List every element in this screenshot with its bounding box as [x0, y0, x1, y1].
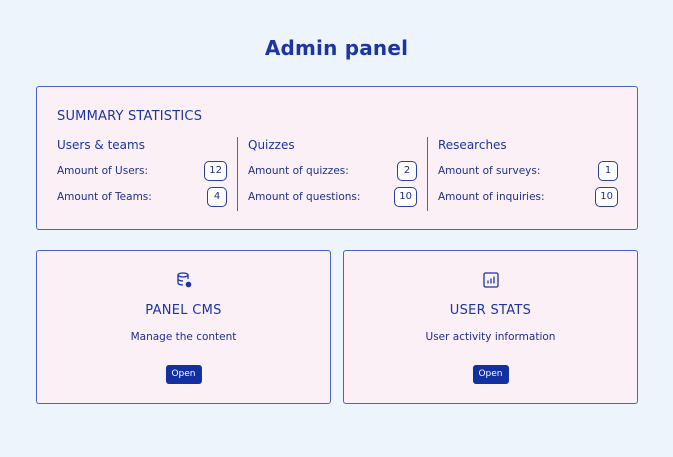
- stat-label: Amount of Teams:: [57, 191, 152, 203]
- bar-chart-icon: [482, 272, 499, 288]
- card-description: Manage the content: [130, 331, 237, 343]
- group-title: Researches: [438, 138, 507, 152]
- stat-label: Amount of surveys:: [438, 165, 541, 177]
- card-title: USER STATS: [449, 303, 532, 318]
- summary-heading: SUMMARY STATISTICS: [57, 109, 203, 124]
- stat-value: 4: [207, 187, 227, 207]
- page-title: Admin panel: [264, 36, 409, 60]
- group-title: Users & teams: [57, 138, 145, 152]
- stat-row-users: Amount of Users: 12: [57, 161, 227, 181]
- stat-row-inquiries: Amount of inquiries: 10: [438, 187, 618, 207]
- stat-label: Amount of quizzes:: [248, 165, 349, 177]
- stat-label: Amount of Users:: [57, 165, 148, 177]
- stat-row-surveys: Amount of surveys: 1: [438, 161, 618, 181]
- stat-row-questions: Amount of questions: 10: [248, 187, 417, 207]
- user-stats-card: USER STATS User activity information Ope…: [343, 250, 638, 404]
- card-description: User activity information: [425, 331, 556, 343]
- stat-group-quizzes: Quizzes Amount of quizzes: 2 Amount of q…: [237, 137, 417, 211]
- stat-value: 10: [595, 187, 618, 207]
- card-title: PANEL CMS: [145, 303, 222, 318]
- stat-value: 10: [394, 187, 417, 207]
- stat-value: 2: [397, 161, 417, 181]
- stat-group-users-teams: Users & teams Amount of Users: 12 Amount…: [57, 137, 227, 211]
- stat-row-teams: Amount of Teams: 4: [57, 187, 227, 207]
- database-settings-icon: [176, 272, 191, 288]
- stat-value: 12: [204, 161, 227, 181]
- panel-cms-card: PANEL CMS Manage the content Open: [36, 250, 331, 404]
- summary-statistics-card: SUMMARY STATISTICS Users & teams Amount …: [36, 86, 638, 230]
- stat-row-quizzes: Amount of quizzes: 2: [248, 161, 417, 181]
- stat-label: Amount of questions:: [248, 191, 361, 203]
- stat-group-researches: Researches Amount of surveys: 1 Amount o…: [427, 137, 618, 211]
- group-title: Quizzes: [248, 138, 295, 152]
- stat-label: Amount of inquiries:: [438, 191, 545, 203]
- open-user-stats-button[interactable]: Open: [472, 365, 509, 384]
- open-cms-button[interactable]: Open: [165, 365, 202, 384]
- stat-value: 1: [598, 161, 618, 181]
